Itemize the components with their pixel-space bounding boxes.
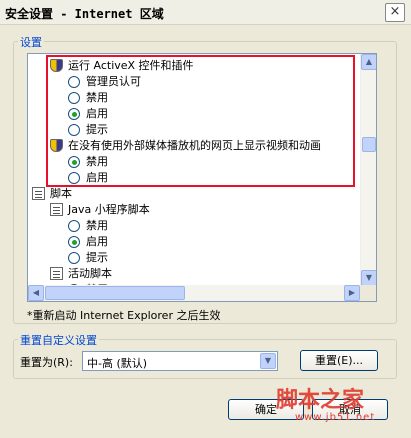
tree-item-label: 启用 bbox=[86, 171, 108, 184]
tree-item-label: 运行 ActiveX 控件和插件 bbox=[68, 59, 194, 72]
tree-item-label: 活动脚本 bbox=[68, 267, 112, 280]
radio-unchecked-icon[interactable] bbox=[68, 76, 80, 88]
tree-item-label: 禁用 bbox=[86, 155, 108, 168]
window-title: 安全设置 - Internet 区域 bbox=[5, 7, 164, 21]
radio-checked-icon[interactable] bbox=[68, 156, 80, 168]
tree-item-label: 脚本 bbox=[50, 187, 72, 200]
shield-icon bbox=[50, 59, 63, 72]
scroll-right-button[interactable]: ▶ bbox=[344, 285, 360, 301]
settings-tree[interactable]: 运行 ActiveX 控件和插件 管理员认可 禁用 启用 提示 在没有使用外部媒体播放机的… bbox=[27, 53, 377, 302]
watermark-logo: 脚本之家 bbox=[276, 387, 365, 413]
watermark-url: www.jb51.net bbox=[295, 412, 376, 423]
reset-button[interactable]: 重置(E)... bbox=[300, 350, 378, 371]
scroll-down-button[interactable]: ▼ bbox=[361, 270, 376, 286]
scroll-up-button[interactable]: ▲ bbox=[361, 54, 376, 70]
settings-sheet-icon bbox=[32, 187, 45, 200]
tree-item-label: 管理员认可 bbox=[86, 75, 141, 88]
radio-unchecked-icon[interactable] bbox=[68, 252, 80, 264]
tree-item-label: 在没有使用外部媒体播放机的网页上显示视频和动画 bbox=[68, 139, 321, 152]
close-icon: × bbox=[389, 4, 401, 19]
radio-checked-icon[interactable] bbox=[68, 236, 80, 248]
vertical-scrollbar[interactable]: ▲ ▼ bbox=[360, 54, 376, 286]
settings-group-label: 设置 bbox=[18, 34, 44, 50]
radio-unchecked-icon[interactable] bbox=[68, 220, 80, 232]
radio-unchecked-icon[interactable] bbox=[68, 124, 80, 136]
tree-item-label: 提示 bbox=[86, 251, 108, 264]
reset-to-label: 重置为(R): bbox=[20, 356, 73, 369]
radio-checked-icon[interactable] bbox=[68, 108, 80, 120]
restart-note: *重新启动 Internet Explorer 之后生效 bbox=[27, 309, 221, 322]
scroll-left-button[interactable]: ◀ bbox=[28, 285, 44, 301]
title-bar: 安全设置 - Internet 区域 × bbox=[0, 0, 411, 25]
horizontal-scrollbar[interactable]: ◀ ▶ bbox=[28, 285, 360, 301]
tree-item-label: Java 小程序脚本 bbox=[68, 203, 150, 216]
vertical-scroll-thumb[interactable] bbox=[362, 137, 376, 152]
close-button[interactable]: × bbox=[385, 3, 405, 22]
tree-item-label: 启用 bbox=[86, 107, 108, 120]
radio-unchecked-icon[interactable] bbox=[68, 172, 80, 184]
shield-icon bbox=[50, 139, 63, 152]
tree-item-label: 启用 bbox=[86, 235, 108, 248]
chevron-down-icon[interactable]: ▼ bbox=[260, 353, 276, 369]
reset-group-label: 重置自定义设置 bbox=[18, 332, 99, 348]
reset-level-dropdown[interactable]: 中-高 (默认) ▼ bbox=[82, 351, 278, 371]
tree-item-label: 禁用 bbox=[86, 219, 108, 232]
reset-level-value: 中-高 (默认) bbox=[87, 357, 148, 370]
tree-item-label: 禁用 bbox=[86, 91, 108, 104]
horizontal-scroll-thumb[interactable] bbox=[45, 286, 185, 300]
radio-unchecked-icon[interactable] bbox=[68, 92, 80, 104]
scroll-corner bbox=[360, 285, 376, 301]
tree-item-label: 提示 bbox=[86, 123, 108, 136]
settings-sheet-icon bbox=[50, 267, 63, 280]
settings-sheet-icon bbox=[50, 203, 63, 216]
